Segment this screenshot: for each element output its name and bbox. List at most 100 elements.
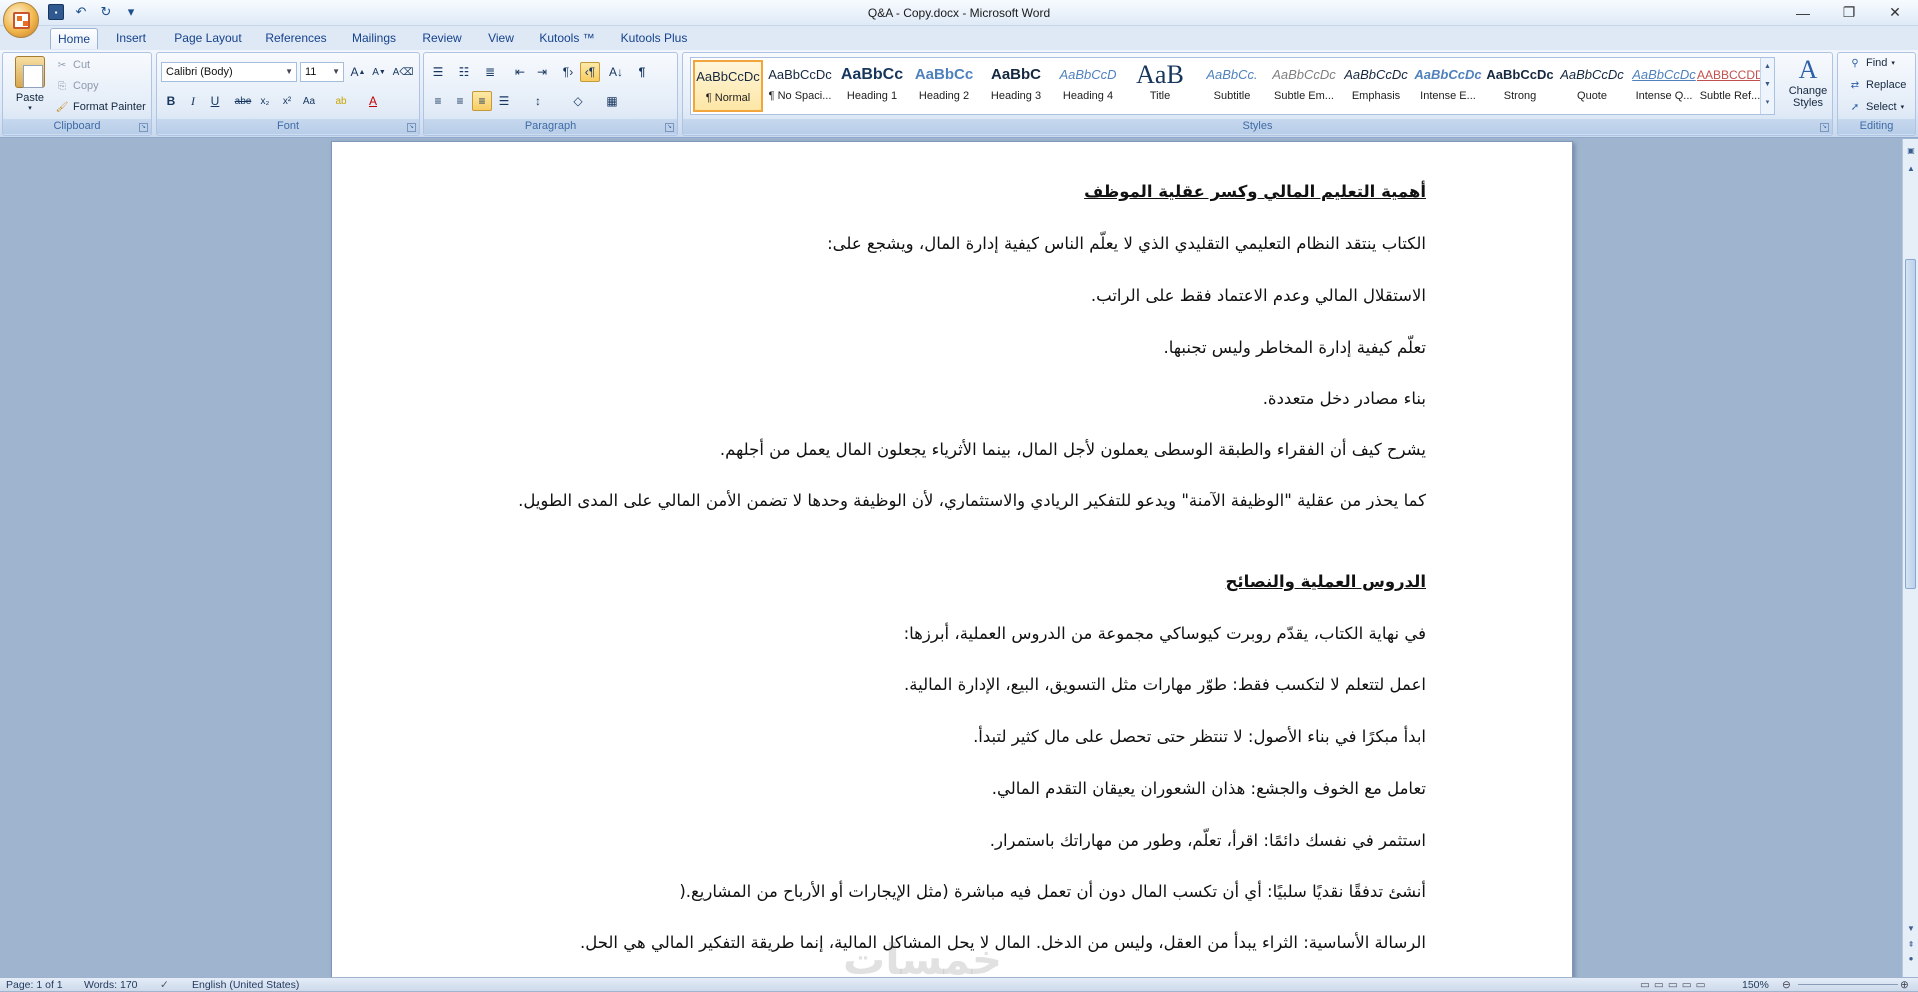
borders-button[interactable]: ▦ (602, 91, 622, 111)
page-count[interactable]: Page: 1 of 1 (6, 978, 63, 992)
strikethrough-button[interactable]: abe (233, 91, 253, 111)
tab-insert[interactable]: Insert (106, 28, 156, 49)
superscript-button[interactable]: x² (277, 91, 297, 111)
scrollbar-thumb[interactable] (1905, 259, 1916, 589)
close-button[interactable]: ✕ (1872, 0, 1918, 25)
scroll-up-icon[interactable]: ▲ (1905, 163, 1917, 175)
section-heading[interactable]: أهمية التعليم المالي وكسر عقلية الموظف (516, 176, 1426, 207)
style-subtle-emphasis[interactable]: AaBbCcDc Subtle Em... (1269, 60, 1339, 112)
clipboard-launcher-icon[interactable]: ↘ (139, 123, 148, 132)
shading-button[interactable]: ◇ (568, 91, 588, 111)
styles-launcher-icon[interactable]: ↘ (1820, 123, 1829, 132)
paragraph[interactable]: تعلّم كيفية إدارة المخاطر وليس تجنبها. (516, 332, 1426, 363)
change-case-button[interactable]: Aa (299, 91, 319, 111)
browse-object-icon[interactable]: ● (1905, 953, 1917, 965)
highlight-button[interactable]: ab (331, 91, 351, 111)
style-normal[interactable]: AaBbCcDc ¶ Normal (693, 60, 763, 112)
paragraph[interactable]: كما يحذر من عقلية "الوظيفة الآمنة" ويدعو… (516, 485, 1426, 516)
zoom-level[interactable]: 150% (1742, 978, 1769, 992)
style-subtitle[interactable]: AaBbCc. Subtitle (1197, 60, 1267, 112)
tab-kutools[interactable]: Kutools ™ (532, 28, 602, 49)
multilevel-list-button[interactable]: ≣ (480, 62, 500, 82)
font-name-dropdown[interactable]: Calibri (Body) ▼ (161, 62, 297, 82)
align-left-button[interactable]: ≡ (428, 91, 448, 111)
gallery-scroll[interactable]: ▲ ▼ ▾ (1760, 58, 1774, 114)
ltr-button[interactable]: ¶› (558, 62, 578, 82)
paragraph[interactable]: الكتاب ينتقد النظام التعليمي التقليدي ال… (516, 228, 1426, 259)
style-title[interactable]: AaB Title (1125, 60, 1195, 112)
tab-page-layout[interactable]: Page Layout (168, 28, 248, 49)
rtl-button[interactable]: ‹¶ (580, 62, 600, 82)
tab-view[interactable]: View (480, 28, 522, 49)
restore-button[interactable]: ❐ (1826, 0, 1872, 25)
tab-references[interactable]: References (258, 28, 334, 49)
paragraph[interactable]: بناء مصادر دخل متعددة. (516, 383, 1426, 414)
line-spacing-button[interactable]: ↕ (528, 91, 548, 111)
grow-font-button[interactable]: A ▲ (348, 62, 368, 82)
align-center-button[interactable]: ≡ (450, 91, 470, 111)
ruler-toggle-icon[interactable]: ▣ (1905, 145, 1917, 157)
style-subtle-reference[interactable]: AABBCCDD Subtle Ref... (1697, 60, 1763, 112)
language-indicator[interactable]: English (United States) (192, 978, 299, 992)
previous-page-icon[interactable]: ⇞ (1905, 939, 1917, 951)
font-size-dropdown[interactable]: 11 ▼ (300, 62, 344, 82)
select-button[interactable]: ➚ Select ▾ (1848, 100, 1904, 114)
paragraph[interactable]: يشرح كيف أن الفقراء والطبقة الوسطى يعملو… (516, 434, 1426, 465)
tab-mailings[interactable]: Mailings (344, 28, 404, 49)
zoom-slider[interactable] (1798, 984, 1898, 985)
italic-button[interactable]: I (183, 91, 203, 111)
font-color-button[interactable]: A (363, 91, 383, 111)
paragraph-launcher-icon[interactable]: ↘ (665, 123, 674, 132)
style-no-spacing[interactable]: AaBbCcDc ¶ No Spaci... (765, 60, 835, 112)
scroll-down-icon[interactable]: ▼ (1905, 923, 1917, 935)
clear-formatting-button[interactable]: A⌫ (393, 62, 414, 82)
paragraph[interactable]: الاستقلال المالي وعدم الاعتماد فقط على ا… (516, 280, 1426, 311)
subscript-button[interactable]: x₂ (255, 91, 275, 111)
style-heading-1[interactable]: AaBbCc Heading 1 (837, 60, 907, 112)
change-styles-button[interactable]: A Change Styles (1784, 55, 1832, 121)
find-button[interactable]: ⚲ Find ▾ (1848, 56, 1895, 70)
style-quote[interactable]: AaBbCcDc Quote (1557, 60, 1627, 112)
style-heading-3[interactable]: AaBbC Heading 3 (981, 60, 1051, 112)
paragraph[interactable]: تعامل مع الخوف والجشع: هذان الشعوران يعي… (516, 773, 1426, 804)
numbering-button[interactable]: ☷ (454, 62, 474, 82)
bullets-button[interactable]: ☰ (428, 62, 448, 82)
paragraph[interactable]: في نهاية الكتاب، يقدّم روبرت كيوساكي مجم… (516, 618, 1426, 649)
vertical-scrollbar[interactable]: ▣ ▲ ▼ ⇞ ● (1902, 139, 1918, 977)
show-marks-button[interactable]: ¶ (632, 62, 652, 82)
paragraph[interactable]: ابدأ مبكرًا في بناء الأصول: لا تنتظر حتى… (516, 721, 1426, 752)
scroll-down-icon[interactable]: ▼ (1761, 76, 1774, 94)
copy-button[interactable]: ⎘ Copy (55, 77, 99, 96)
bold-button[interactable]: B (161, 91, 181, 111)
paste-button[interactable]: Paste ▾ (11, 56, 49, 122)
document-page[interactable]: أهمية التعليم المالي وكسر عقلية الموظف ا… (331, 141, 1573, 977)
decrease-indent-button[interactable]: ⇤ (510, 62, 530, 82)
sort-button[interactable]: A↓ (606, 62, 626, 82)
tab-kutools-plus[interactable]: Kutools Plus (612, 28, 696, 49)
paragraph[interactable]: أنشئ تدفقًا نقديًا سلبيًا: أي أن تكسب ال… (516, 876, 1426, 907)
style-emphasis[interactable]: AaBbCcDc Emphasis (1341, 60, 1411, 112)
minimize-button[interactable]: — (1780, 0, 1826, 25)
cut-button[interactable]: ✂ Cut (55, 56, 90, 75)
font-launcher-icon[interactable]: ↘ (407, 123, 416, 132)
replace-button[interactable]: ⇄ Replace (1848, 78, 1907, 92)
style-strong[interactable]: AaBbCcDc Strong (1485, 60, 1555, 112)
justify-button[interactable]: ☰ (494, 91, 514, 111)
paragraph[interactable]: اعمل لتتعلم لا لتكسب فقط: طوّر مهارات مث… (516, 669, 1426, 700)
tab-review[interactable]: Review (414, 28, 470, 49)
style-heading-2[interactable]: AaBbCc Heading 2 (909, 60, 979, 112)
style-intense-emphasis[interactable]: AaBbCcDc Intense E... (1413, 60, 1483, 112)
section-heading[interactable]: الدروس العملية والنصائح (516, 566, 1426, 597)
view-buttons[interactable]: ▭▭▭▭▭ (1640, 978, 1710, 992)
office-button[interactable] (3, 2, 39, 38)
paste-dropdown-icon[interactable]: ▾ (11, 104, 49, 112)
proofing-icon[interactable]: ✓ (160, 978, 169, 992)
style-heading-4[interactable]: AaBbCcD Heading 4 (1053, 60, 1123, 112)
format-painter-button[interactable]: 🖌 Format Painter (55, 98, 146, 117)
tab-home[interactable]: Home (50, 28, 98, 49)
zoom-out-icon[interactable]: ⊖ (1782, 978, 1791, 992)
style-intense-quote[interactable]: AaBbCcDc Intense Q... (1629, 60, 1699, 112)
zoom-in-icon[interactable]: ⊕ (1900, 978, 1909, 992)
scroll-up-icon[interactable]: ▲ (1761, 58, 1774, 76)
more-styles-icon[interactable]: ▾ (1761, 94, 1774, 112)
